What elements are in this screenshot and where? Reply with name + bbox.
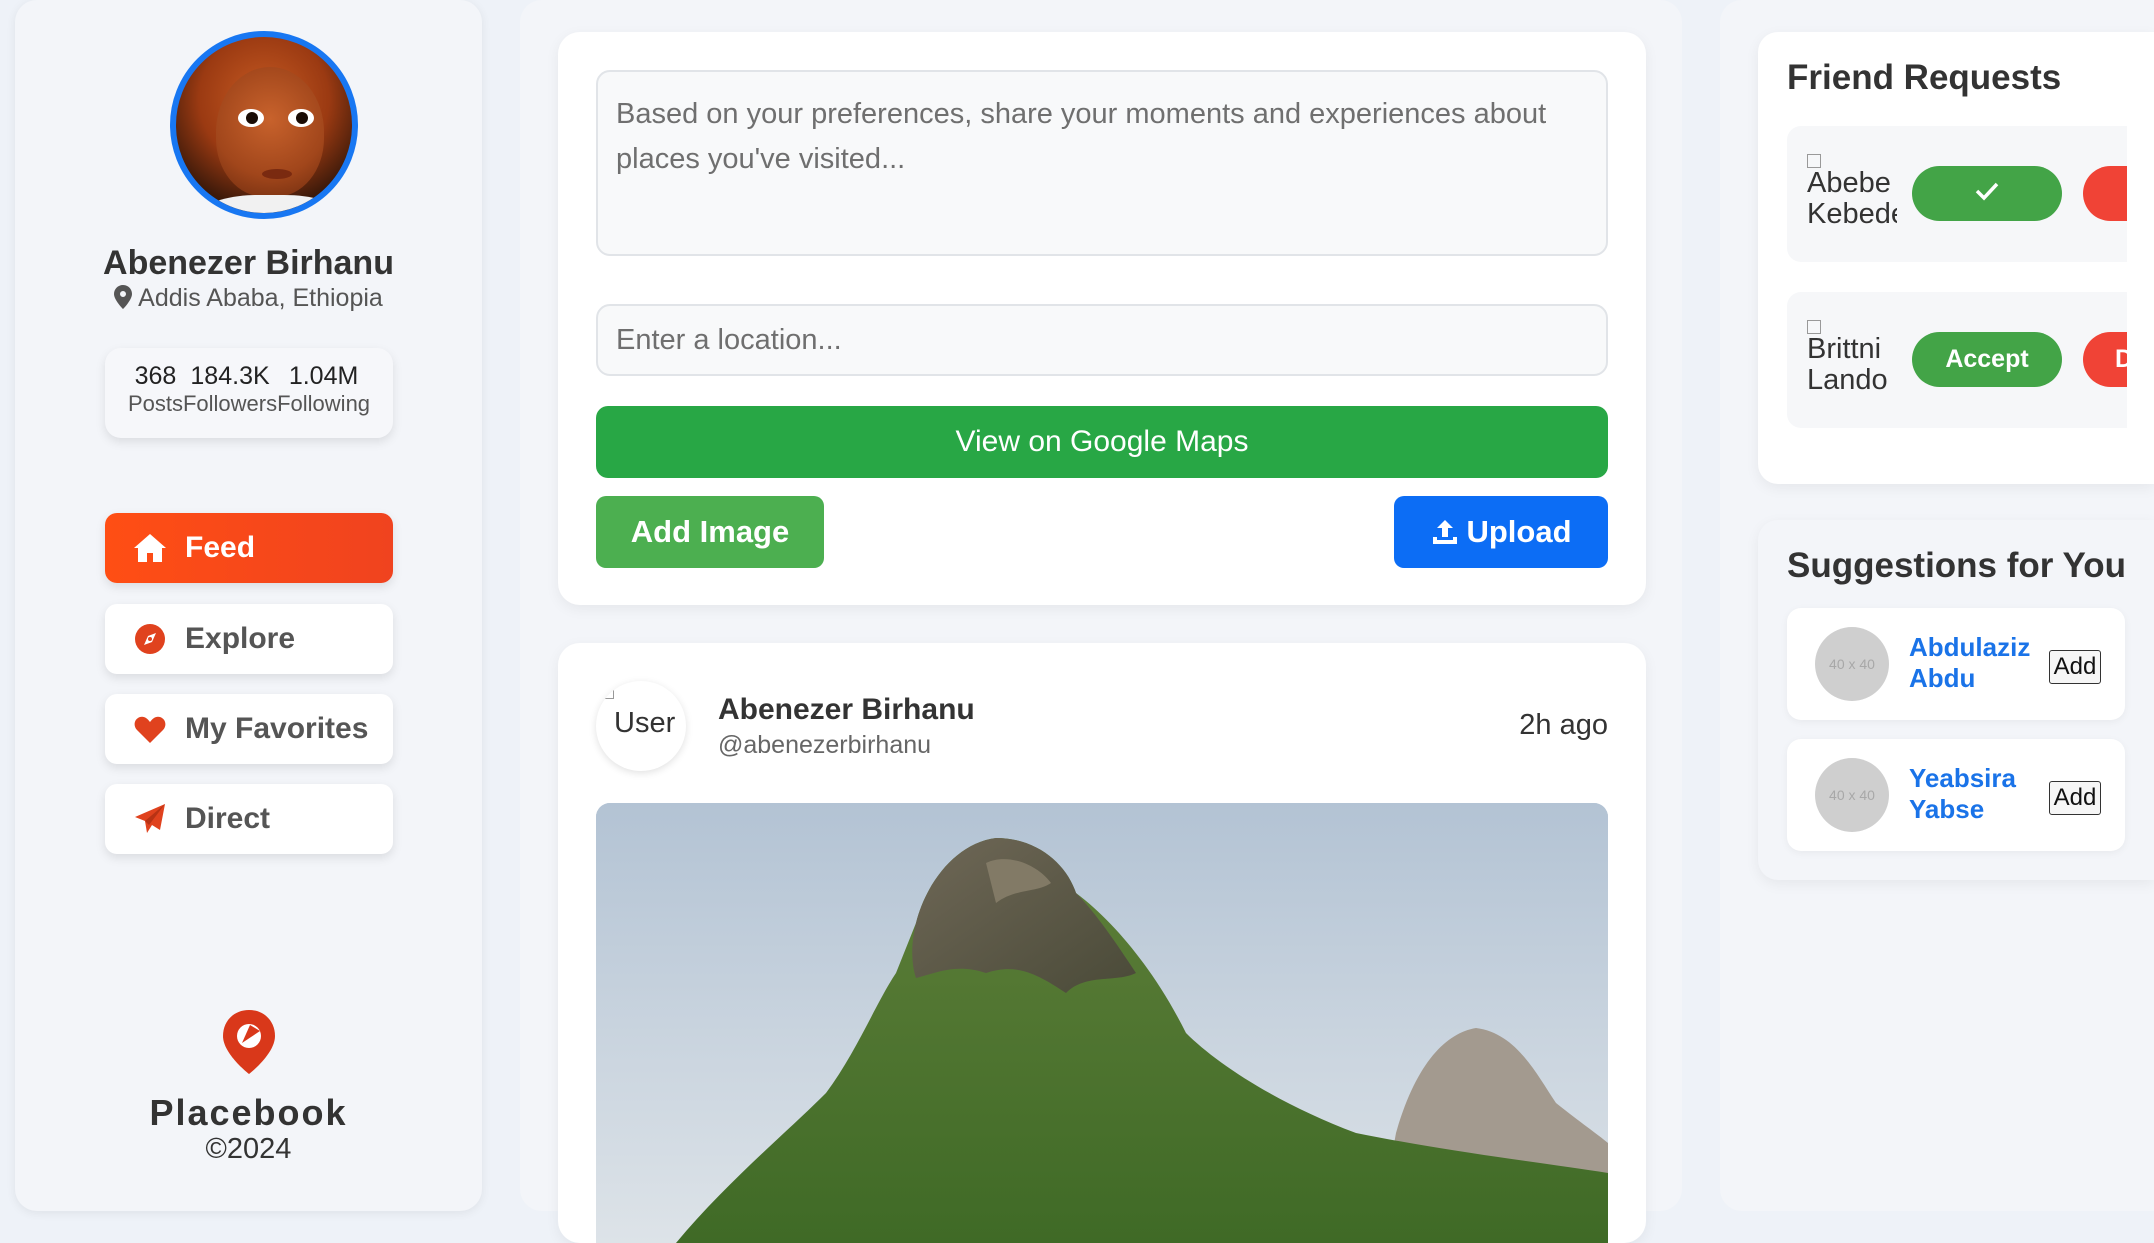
friend-requests-card: Friend Requests Abebe Kebede Brittni Lan… (1758, 32, 2154, 484)
placebook-logo (220, 1008, 278, 1081)
accept-button[interactable] (1912, 166, 2062, 221)
stat-following[interactable]: 1.04M Following (277, 362, 370, 438)
post-avatar-alt: User (614, 707, 676, 739)
suggestion-avatar[interactable]: 40 x 40 (1815, 627, 1889, 701)
suggestions-card: Suggestions for You 40 x 40 Abdulaziz Ab… (1758, 520, 2154, 880)
brand-name: Placebook (149, 1092, 348, 1133)
post-author-avatar[interactable]: User (596, 681, 686, 771)
stat-followers-label: Followers (182, 391, 278, 416)
friend-request-item: Abebe Kebede (1787, 126, 2127, 262)
map-pin-icon (114, 285, 133, 316)
friend-request-avatar[interactable]: Abebe Kebede (1807, 154, 1897, 234)
post-card: User Abenezer Birhanu @abenezerbirhanu 2… (558, 643, 1646, 1243)
brand-copyright: ©2024 (205, 1133, 292, 1165)
post-composer: View on Google Maps Add Image Upload (558, 32, 1646, 605)
stat-followers[interactable]: 184.3K Followers (183, 362, 277, 438)
profile-stats: 368 Posts 184.3K Followers 1.04M Followi… (105, 348, 393, 438)
post-timestamp: 2h ago (1519, 709, 1608, 741)
stat-following-label: Following (277, 391, 371, 416)
home-icon (133, 531, 167, 565)
profile-location-text: Addis Ababa, Ethiopia (138, 284, 383, 312)
left-sidebar: Abenezer Birhanu Addis Ababa, Ethiopia 3… (15, 0, 482, 1211)
decline-button[interactable] (2083, 166, 2127, 221)
add-image-button[interactable]: Add Image (596, 496, 824, 568)
suggestions-title: Suggestions for You (1787, 546, 2126, 585)
nav-item-feed[interactable]: Feed (105, 513, 393, 583)
friend-request-name: Abebe Kebede (1807, 167, 1897, 230)
suggestion-item: 40 x 40 Abdulaziz Abdu Add (1787, 608, 2125, 720)
stat-followers-value: 184.3K (190, 362, 270, 390)
post-author-name[interactable]: Abenezer Birhanu (718, 693, 975, 727)
nav-item-label: Direct (185, 802, 271, 835)
friend-request-name: Brittni Lando (1807, 333, 1888, 396)
profile-name: Abenezer Birhanu (103, 244, 394, 282)
post-text-input[interactable] (596, 70, 1608, 256)
stat-following-value: 1.04M (288, 362, 359, 390)
nav-item-label: Feed (185, 531, 256, 564)
add-friend-button[interactable]: Add (2049, 650, 2101, 684)
stat-posts-label: Posts (127, 391, 183, 416)
suggestion-avatar[interactable]: 40 x 40 (1815, 758, 1889, 832)
main-feed: View on Google Maps Add Image Upload Use… (520, 0, 1682, 1243)
friend-requests-title: Friend Requests (1787, 58, 2062, 97)
nav-item-favorites[interactable]: My Favorites (105, 694, 393, 764)
friend-request-avatar[interactable]: Brittni Lando (1807, 320, 1897, 400)
decline-button[interactable]: D (2083, 332, 2127, 387)
accept-button[interactable]: Accept (1912, 332, 2062, 387)
stat-posts[interactable]: 368 Posts (128, 362, 183, 438)
upload-icon (1430, 517, 1460, 547)
suggestion-name[interactable]: Yeabsira Yabse (1909, 763, 2039, 825)
broken-image-icon (1807, 320, 1821, 334)
compass-icon (133, 622, 167, 656)
friend-request-item: Brittni Lando Accept D (1787, 292, 2127, 428)
stat-posts-value: 368 (134, 362, 177, 390)
right-sidebar: Friend Requests Abebe Kebede Brittni Lan… (1720, 0, 2154, 1211)
post-author-handle: @abenezerbirhanu (718, 731, 932, 759)
upload-button[interactable]: Upload (1394, 496, 1608, 568)
post-image[interactable] (596, 803, 1608, 1243)
profile-location: Addis Ababa, Ethiopia (15, 284, 482, 316)
nav-item-direct[interactable]: Direct (105, 784, 393, 854)
nav-item-label: My Favorites (185, 712, 369, 745)
add-friend-button[interactable]: Add (2049, 781, 2101, 815)
view-google-maps-button[interactable]: View on Google Maps (596, 406, 1608, 478)
nav-item-label: Explore (185, 622, 296, 655)
upload-label: Upload (1466, 514, 1572, 549)
broken-image-icon (600, 685, 614, 699)
broken-image-icon (1807, 154, 1821, 168)
paper-plane-icon (133, 802, 167, 836)
suggestion-name[interactable]: Abdulaziz Abdu (1909, 632, 2039, 694)
nav-item-explore[interactable]: Explore (105, 604, 393, 674)
heart-icon (133, 712, 167, 746)
check-icon (1975, 179, 1999, 208)
suggestion-item: 40 x 40 Yeabsira Yabse Add (1787, 739, 2125, 851)
profile-avatar[interactable] (170, 31, 358, 219)
location-input[interactable] (596, 304, 1608, 376)
